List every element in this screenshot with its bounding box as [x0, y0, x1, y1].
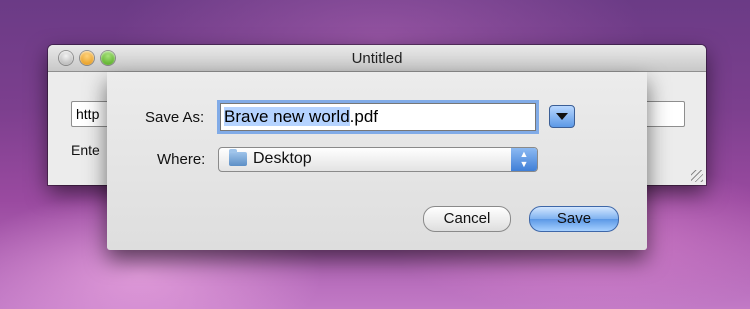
filename-selected-text: Brave new world: [224, 107, 350, 126]
location-popup[interactable]: Desktop ▲ ▼: [218, 147, 538, 172]
instruction-text: Ente: [71, 142, 100, 158]
save-button[interactable]: Save: [529, 206, 619, 232]
expand-dialog-button[interactable]: [549, 105, 575, 128]
where-label: Where:: [157, 151, 206, 168]
save-as-label: Save As:: [145, 109, 205, 126]
folder-icon: [229, 149, 247, 166]
window-title: Untitled: [351, 50, 403, 67]
filename-input[interactable]: Brave new world.pdf: [220, 103, 536, 131]
location-label: Desktop: [253, 150, 312, 167]
popup-arrows-icon: ▲ ▼: [511, 148, 537, 171]
resize-grip-icon[interactable]: [691, 170, 703, 182]
save-dialog-sheet: Save As: Brave new world.pdf Where: Desk…: [107, 72, 647, 250]
title-bar[interactable]: Untitled: [48, 45, 706, 72]
filename-extension: .pdf: [349, 107, 379, 126]
cancel-button[interactable]: Cancel: [423, 206, 511, 232]
